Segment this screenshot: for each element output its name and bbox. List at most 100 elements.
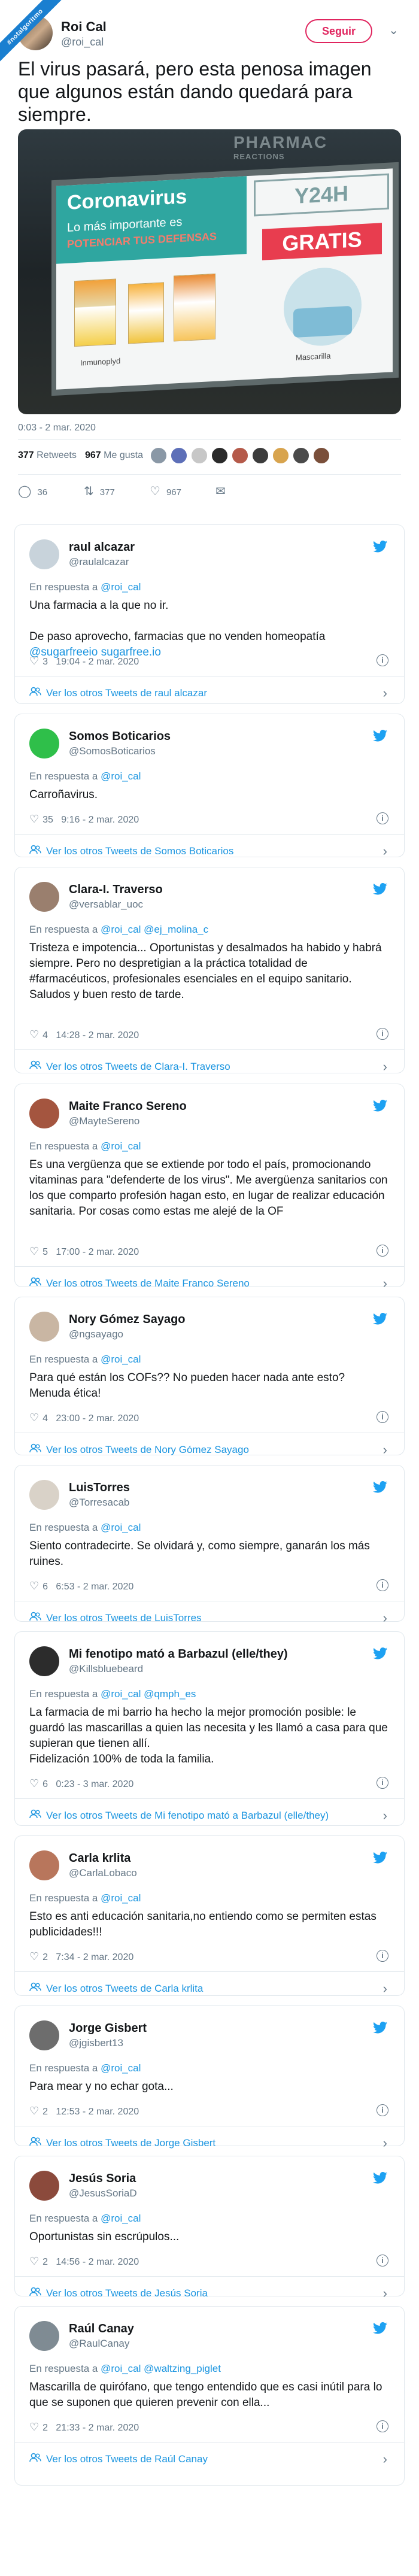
reply-author-name[interactable]: Somos Boticarios: [69, 730, 171, 744]
reply-author-handle[interactable]: @RaulCanay: [69, 2338, 129, 2350]
reply-to-handle[interactable]: @roi_cal: [101, 2363, 141, 2374]
twitter-bird-icon[interactable]: [373, 883, 387, 895]
follow-button[interactable]: Seguir: [305, 19, 372, 43]
chevron-right-icon[interactable]: ›: [383, 1276, 387, 1291]
view-more-tweets-link[interactable]: Ver los otros Tweets de LuisTorres: [29, 1612, 202, 1625]
tweet-photo[interactable]: PHARMAC REACTIONS Coronavirus Lo más imp…: [18, 129, 401, 414]
reply-timestamp[interactable]: 7:34 - 2 mar. 2020: [56, 1952, 133, 1962]
reply-to-handle[interactable]: @roi_cal: [101, 1140, 141, 1152]
reply-author-name[interactable]: Maite Franco Sereno: [69, 1100, 187, 1113]
twitter-bird-icon[interactable]: [373, 2172, 387, 2184]
likes-stat[interactable]: 967 Me gusta: [85, 450, 143, 461]
chevron-down-icon[interactable]: ⌄: [388, 23, 399, 38]
chevron-right-icon[interactable]: ›: [383, 1808, 387, 1823]
avatar[interactable]: [29, 1480, 59, 1510]
info-icon[interactable]: i: [377, 654, 388, 666]
reply-author-handle[interactable]: @jgisbert13: [69, 2037, 123, 2049]
chevron-right-icon[interactable]: ›: [383, 2135, 387, 2151]
heart-icon[interactable]: ♡: [29, 1580, 39, 1592]
info-icon[interactable]: i: [377, 1950, 388, 1962]
reply-timestamp[interactable]: 23:00 - 2 mar. 2020: [56, 1413, 139, 1424]
reply-author-handle[interactable]: @raulalcazar: [69, 556, 129, 568]
heart-icon[interactable]: ♡: [29, 1412, 39, 1424]
reply-card[interactable]: LuisTorres @Torresacab En respuesta a @roi…: [14, 1465, 405, 1625]
avatar[interactable]: [29, 1850, 59, 1880]
retweet-button[interactable]: ⇅ 377: [84, 483, 115, 500]
reply-author-name[interactable]: Clara-I. Traverso: [69, 883, 163, 897]
twitter-bird-icon[interactable]: [373, 1313, 387, 1325]
reply-to-handle[interactable]: @roi_cal: [101, 924, 141, 935]
reply-timestamp[interactable]: 21:33 - 2 mar. 2020: [56, 2423, 139, 2433]
reply-timestamp[interactable]: 12:53 - 2 mar. 2020: [56, 2107, 139, 2117]
reply-to-handle[interactable]: @ej_molina_c: [144, 924, 208, 935]
twitter-bird-icon[interactable]: [373, 2022, 387, 2034]
view-more-tweets-link[interactable]: Ver los otros Tweets de Carla krlita: [29, 1982, 203, 1995]
reply-author-name[interactable]: LuisTorres: [69, 1481, 130, 1495]
heart-icon[interactable]: ♡: [29, 813, 39, 825]
reply-author-name[interactable]: Raúl Canay: [69, 2322, 134, 2336]
reply-author-handle[interactable]: @SomosBoticarios: [69, 745, 156, 757]
view-more-tweets-link[interactable]: Ver los otros Tweets de Clara-I. Travers…: [29, 1060, 230, 1073]
author-handle[interactable]: @roi_cal: [61, 36, 104, 48]
chevron-right-icon[interactable]: ›: [383, 2451, 387, 2467]
heart-icon[interactable]: ♡: [29, 2421, 39, 2433]
chevron-right-icon[interactable]: ›: [383, 1442, 387, 1458]
avatar[interactable]: [190, 447, 208, 465]
author-name[interactable]: Roi Cal: [61, 19, 107, 35]
reply-to-handle[interactable]: @qmph_es: [144, 1688, 196, 1700]
view-more-tweets-link[interactable]: Ver los otros Tweets de Jesús Soria: [29, 2287, 208, 2300]
reply-timestamp[interactable]: 9:16 - 2 mar. 2020: [61, 815, 139, 825]
reply-card[interactable]: Carla krlita @CarlaLobaco En respuesta a @…: [14, 1835, 405, 1996]
heart-icon[interactable]: ♡: [29, 1777, 39, 1789]
reply-author-name[interactable]: Nory Gómez Sayago: [69, 1313, 186, 1327]
avatar[interactable]: [170, 447, 188, 465]
reply-to-handle[interactable]: @roi_cal: [101, 770, 141, 782]
avatar[interactable]: [272, 447, 290, 465]
avatar[interactable]: [211, 447, 229, 465]
twitter-bird-icon[interactable]: [373, 1481, 387, 1493]
reply-card[interactable]: Mi fenotipo mató a Barbazul (elle/they) @…: [14, 1631, 405, 1826]
view-more-tweets-link[interactable]: Ver los otros Tweets de raul alcazar: [29, 687, 207, 700]
reply-timestamp[interactable]: 19:04 - 2 mar. 2020: [56, 657, 139, 667]
like-button[interactable]: ♡ 967: [150, 483, 181, 500]
heart-icon[interactable]: ♡: [29, 2255, 39, 2267]
avatar[interactable]: [29, 2171, 59, 2201]
reply-button[interactable]: ◯ 36: [18, 483, 47, 500]
chevron-right-icon[interactable]: ›: [383, 1059, 387, 1075]
reply-timestamp[interactable]: 17:00 - 2 mar. 2020: [56, 1247, 139, 1257]
reply-author-name[interactable]: Carla krlita: [69, 1852, 130, 1865]
reply-author-handle[interactable]: @versablar_uoc: [69, 899, 143, 911]
chevron-right-icon[interactable]: ›: [383, 2286, 387, 2301]
reply-to-handle[interactable]: @roi_cal: [101, 1688, 141, 1700]
reply-card[interactable]: Jorge Gisbert @jgisbert13 En respuesta a @…: [14, 2005, 405, 2150]
twitter-bird-icon[interactable]: [373, 730, 387, 742]
avatar[interactable]: [29, 2020, 59, 2050]
info-icon[interactable]: i: [377, 812, 388, 824]
twitter-bird-icon[interactable]: [373, 541, 387, 553]
chevron-right-icon[interactable]: ›: [383, 1981, 387, 1997]
heart-icon[interactable]: ♡: [29, 1028, 39, 1040]
avatar[interactable]: [150, 447, 168, 465]
view-more-tweets-link[interactable]: Ver los otros Tweets de Raúl Canay: [29, 2453, 208, 2466]
reply-to-handle[interactable]: @roi_cal: [101, 581, 141, 593]
reply-timestamp[interactable]: 14:28 - 2 mar. 2020: [56, 1030, 139, 1040]
reply-to-handle[interactable]: @roi_cal: [101, 1522, 141, 1533]
avatar[interactable]: [29, 1312, 59, 1342]
reply-timestamp[interactable]: 6:53 - 2 mar. 2020: [56, 1582, 133, 1592]
avatar[interactable]: [29, 2321, 59, 2351]
info-icon[interactable]: i: [377, 1028, 388, 1040]
avatar[interactable]: [29, 729, 59, 758]
reply-card[interactable]: Somos Boticarios @SomosBoticarios En respu…: [14, 714, 405, 858]
twitter-bird-icon[interactable]: [373, 1852, 387, 1864]
heart-icon[interactable]: ♡: [29, 1950, 39, 1962]
avatar[interactable]: [312, 447, 330, 465]
avatar[interactable]: [231, 447, 249, 465]
view-more-tweets-link[interactable]: Ver los otros Tweets de Jorge Gisbert: [29, 2137, 215, 2150]
reply-author-handle[interactable]: @Torresacab: [69, 1497, 129, 1509]
reply-to-handle[interactable]: @roi_cal: [101, 1892, 141, 1904]
info-icon[interactable]: i: [377, 2420, 388, 2432]
info-icon[interactable]: i: [377, 1411, 388, 1423]
heart-icon[interactable]: ♡: [29, 1245, 39, 1257]
view-more-tweets-link[interactable]: Ver los otros Tweets de Maite Franco Ser…: [29, 1277, 250, 1290]
avatar[interactable]: [292, 447, 310, 465]
